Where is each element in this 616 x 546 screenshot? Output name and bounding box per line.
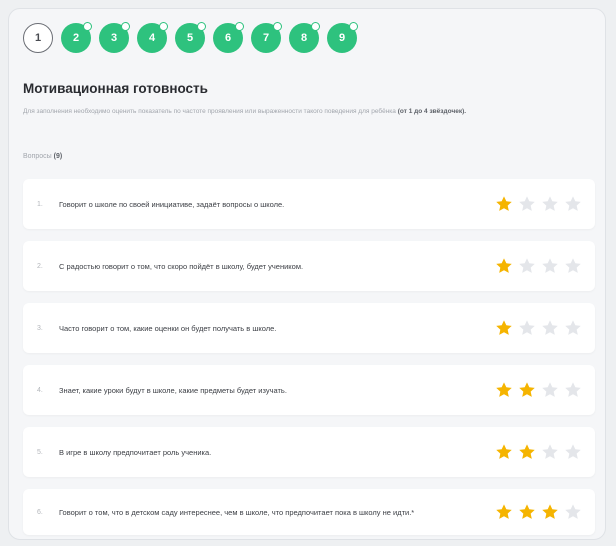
step-number: 1 — [34, 32, 42, 44]
star-empty-icon[interactable] — [541, 257, 559, 275]
questions-counter: Вопросы (9) — [23, 153, 62, 160]
step-complete-icon — [349, 22, 358, 31]
star-empty-icon[interactable] — [564, 257, 582, 275]
step-indicator: 1 2 3 4 5 6 7 8 9 — [23, 22, 358, 53]
question-number: 3. — [37, 324, 43, 332]
question-number: 4. — [37, 386, 43, 394]
star-filled-icon[interactable] — [518, 443, 536, 461]
description-text: Для заполнения необходимо оценить показа… — [23, 108, 396, 115]
question-row: 3. Часто говорит о том, какие оценки он б… — [23, 303, 595, 353]
star-empty-icon[interactable] — [564, 319, 582, 337]
star-rating[interactable] — [495, 319, 595, 337]
step-number: 8 — [300, 32, 308, 44]
star-empty-icon[interactable] — [564, 503, 582, 521]
step-complete-icon — [83, 22, 92, 31]
step-number: 9 — [338, 32, 346, 44]
star-rating[interactable] — [495, 195, 595, 213]
question-row: 1. Говорит о школе по своей инициативе, з… — [23, 179, 595, 229]
star-empty-icon[interactable] — [564, 381, 582, 399]
step-4[interactable]: 4 — [137, 22, 168, 53]
description-rating-range: (от 1 до 4 звёздочек). — [397, 108, 467, 115]
step-7[interactable]: 7 — [251, 22, 282, 53]
step-number: 2 — [72, 32, 80, 44]
question-text: Говорит о том, что в детском саду интере… — [59, 507, 415, 517]
star-rating[interactable] — [495, 443, 595, 461]
star-filled-icon[interactable] — [518, 381, 536, 399]
question-text: Говорит о школе по своей инициативе, зад… — [59, 199, 285, 209]
star-filled-icon[interactable] — [541, 503, 559, 521]
questionnaire-card: 1 2 3 4 5 6 7 8 9 Мотивационная готовность Для з… — [8, 8, 606, 540]
step-complete-icon — [273, 22, 282, 31]
step-number: 4 — [148, 32, 156, 44]
star-rating[interactable] — [495, 503, 595, 521]
question-number: 5. — [37, 448, 43, 456]
step-6[interactable]: 6 — [213, 22, 244, 53]
step-number: 7 — [262, 32, 270, 44]
star-filled-icon[interactable] — [495, 443, 513, 461]
star-empty-icon[interactable] — [541, 381, 559, 399]
questions-label: Вопросы — [23, 153, 52, 160]
step-9[interactable]: 9 — [327, 22, 358, 53]
step-2[interactable]: 2 — [61, 22, 92, 53]
questions-count: (9) — [53, 153, 63, 160]
question-number: 6. — [37, 508, 43, 516]
star-rating[interactable] — [495, 381, 595, 399]
section-title: Мотивационная готовность — [23, 81, 208, 96]
question-number: 2. — [37, 262, 43, 270]
question-row: 6. Говорит о том, что в детском саду инте… — [23, 489, 595, 535]
star-filled-icon[interactable] — [495, 319, 513, 337]
question-row: 2. С радостью говорит о том, что скоро по… — [23, 241, 595, 291]
step-8[interactable]: 8 — [289, 22, 320, 53]
question-text: В игре в школу предпочитает роль ученика… — [59, 447, 212, 457]
star-filled-icon[interactable] — [495, 503, 513, 521]
star-empty-icon[interactable] — [541, 443, 559, 461]
star-filled-icon[interactable] — [518, 503, 536, 521]
step-number: 3 — [110, 32, 118, 44]
step-complete-icon — [235, 22, 244, 31]
question-text: Знает, какие уроки будут в школе, какие … — [59, 385, 287, 395]
step-5[interactable]: 5 — [175, 22, 206, 53]
star-empty-icon[interactable] — [541, 195, 559, 213]
step-3[interactable]: 3 — [99, 22, 130, 53]
question-number: 1. — [37, 200, 43, 208]
star-empty-icon[interactable] — [564, 195, 582, 213]
star-empty-icon[interactable] — [518, 257, 536, 275]
question-text: С радостью говорит о том, что скоро пойд… — [59, 261, 304, 271]
star-empty-icon[interactable] — [541, 319, 559, 337]
star-filled-icon[interactable] — [495, 195, 513, 213]
step-complete-icon — [311, 22, 320, 31]
star-empty-icon[interactable] — [564, 443, 582, 461]
question-row: 5. В игре в школу предпочитает роль учени… — [23, 427, 595, 477]
step-complete-icon — [159, 22, 168, 31]
star-filled-icon[interactable] — [495, 257, 513, 275]
question-text: Часто говорит о том, какие оценки он буд… — [59, 323, 277, 333]
star-empty-icon[interactable] — [518, 195, 536, 213]
step-1[interactable]: 1 — [23, 23, 53, 53]
section-description: Для заполнения необходимо оценить показа… — [23, 103, 593, 120]
star-rating[interactable] — [495, 257, 595, 275]
question-row: 4. Знает, какие уроки будут в школе, каки… — [23, 365, 595, 415]
step-number: 6 — [224, 32, 232, 44]
star-empty-icon[interactable] — [518, 319, 536, 337]
star-filled-icon[interactable] — [495, 381, 513, 399]
step-number: 5 — [186, 32, 194, 44]
step-complete-icon — [197, 22, 206, 31]
step-complete-icon — [121, 22, 130, 31]
